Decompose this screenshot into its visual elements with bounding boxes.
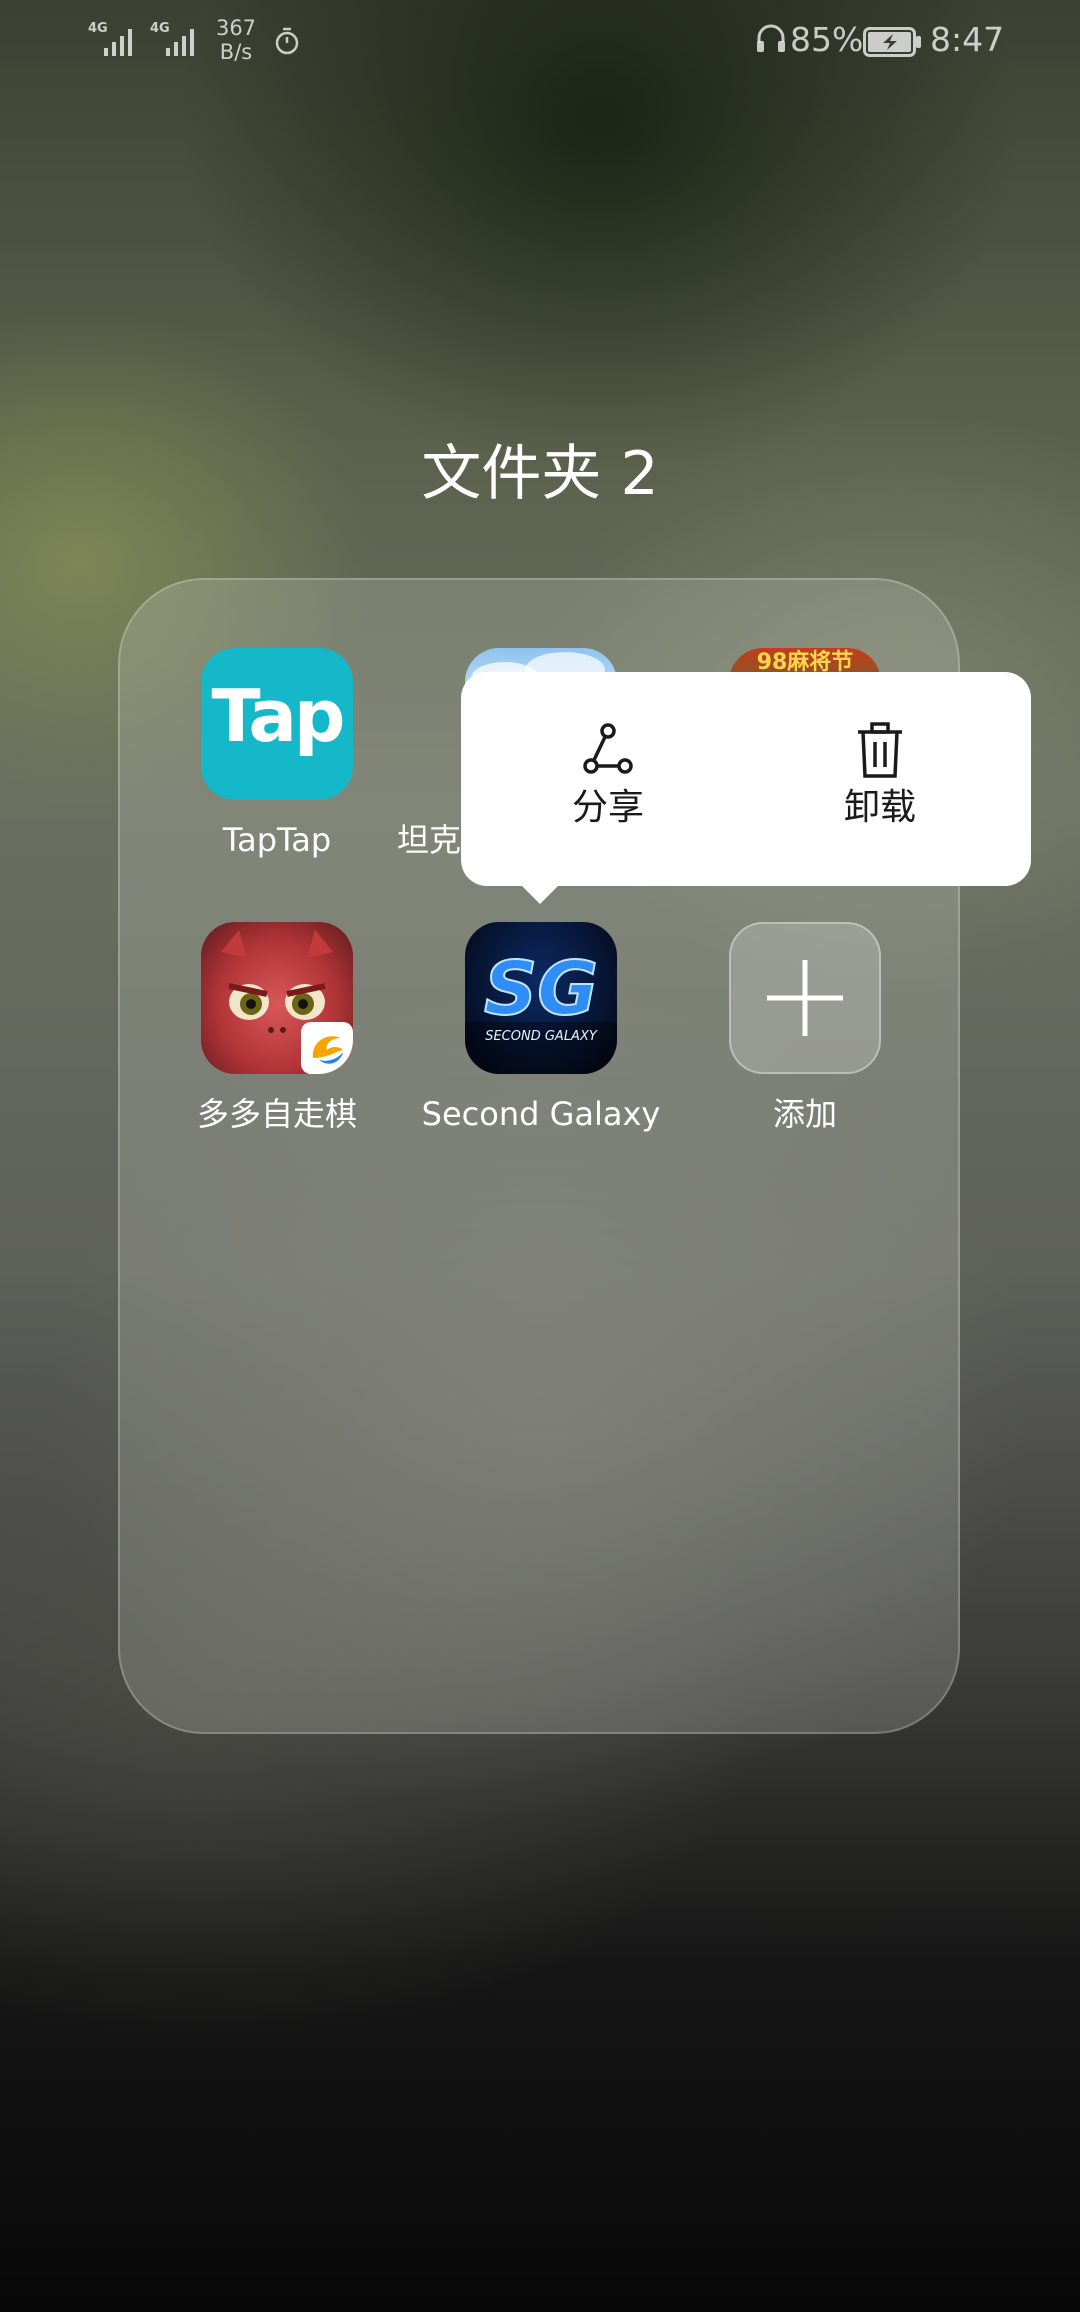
share-icon: [583, 723, 633, 774]
plus-icon: [767, 960, 843, 1036]
signal-icon: [104, 29, 132, 56]
network-speed-unit: B/s: [219, 40, 253, 64]
trash-icon: [858, 722, 902, 778]
galaxy-logo-subtext: SECOND GALAXY: [485, 1029, 598, 1044]
battery-charging-icon: [863, 27, 921, 57]
share-label: 分享: [571, 787, 644, 828]
clock: 8:47: [930, 20, 1005, 59]
app-label: 多多自走棋: [196, 1095, 357, 1133]
network-speed-value: 367: [215, 16, 257, 40]
galaxy-logo-letters: SG: [484, 946, 598, 1032]
share-button[interactable]: 分享: [508, 722, 708, 852]
app-label: 添加: [772, 1095, 837, 1133]
app-label: 坦克: [397, 821, 462, 859]
status-bar: 4G 4G 367 B/s 85% 8:47: [0, 0, 1080, 80]
taptap-app-icon[interactable]: Tap: [201, 648, 353, 800]
timer-icon: [275, 27, 299, 55]
app-label: TapTap: [222, 821, 332, 859]
sim2-signal: 4G: [150, 22, 204, 56]
battery-percent: 85%: [790, 20, 864, 59]
app-context-menu: 分享 卸载: [461, 672, 1031, 886]
signal-icon: [166, 29, 194, 56]
second-galaxy-app-icon[interactable]: SG SECOND GALAXY: [465, 922, 617, 1074]
uninstall-label: 卸载: [843, 787, 916, 828]
add-icon[interactable]: [729, 922, 881, 1074]
taptap-icon-text: Tap: [211, 674, 346, 758]
sim1-signal: 4G: [88, 22, 142, 56]
folder-title[interactable]: 文件夹 2: [0, 438, 1080, 510]
headset-icon: [757, 24, 785, 52]
uninstall-button[interactable]: 卸载: [780, 722, 980, 852]
auto-chess-app-icon[interactable]: [201, 922, 353, 1074]
app-label: Second Galaxy: [421, 1095, 661, 1133]
tencent-games-badge-icon: [301, 1022, 353, 1074]
galaxy-logo-graphic: SG SECOND GALAXY: [465, 945, 617, 1074]
network-speed: 367 B/s: [214, 16, 258, 64]
popup-arrow: [520, 884, 560, 904]
